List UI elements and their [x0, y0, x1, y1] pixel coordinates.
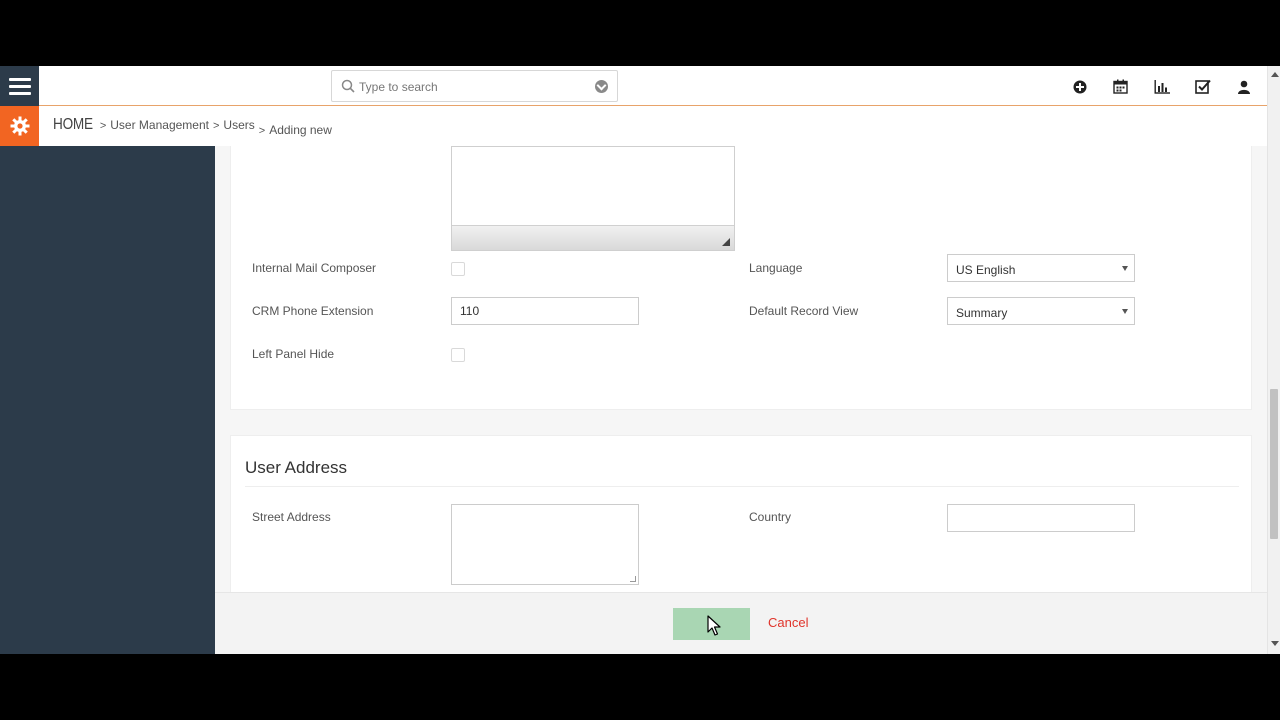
user-icon[interactable] — [1234, 77, 1253, 96]
crm-phone-extension-label: CRM Phone Extension — [252, 304, 374, 318]
user-address-panel: User Address Street Address Country — [230, 435, 1252, 592]
search-icon — [341, 79, 355, 93]
chevron-down-icon — [1122, 266, 1128, 271]
page-scrollbar[interactable] — [1267, 66, 1280, 654]
scroll-down-icon[interactable] — [1271, 641, 1279, 646]
search-input[interactable] — [359, 76, 589, 98]
left-panel-hide-checkbox[interactable] — [451, 348, 465, 362]
breadcrumb-home[interactable]: HOME — [53, 116, 93, 134]
add-circle-icon[interactable] — [1070, 77, 1089, 96]
country-label: Country — [749, 510, 792, 524]
hamburger-menu-icon[interactable] — [0, 66, 39, 106]
chevron-down-icon — [1122, 309, 1128, 314]
default-record-view-select[interactable]: Summary — [947, 297, 1135, 325]
crm-phone-extension-input[interactable] — [451, 297, 639, 325]
gear-icon[interactable] — [0, 106, 39, 146]
top-icon-group — [1070, 77, 1253, 96]
breadcrumb: HOME > User Management > Users > Adding … — [53, 116, 332, 137]
section-title: User Address — [245, 458, 348, 477]
resize-handle-icon[interactable] — [630, 576, 636, 582]
section-divider — [245, 486, 1239, 487]
left-sidebar — [0, 146, 215, 654]
breadcrumb-current: Adding new — [269, 123, 332, 137]
breadcrumb-separator: > — [212, 120, 220, 132]
default-record-view-label: Default Record View — [749, 304, 859, 318]
task-check-icon[interactable] — [1193, 77, 1212, 96]
breadcrumb-user-management[interactable]: User Management — [110, 118, 209, 132]
editor-resize-bar[interactable] — [452, 225, 734, 250]
breadcrumb-bar: HOME > User Management > Users > Adding … — [0, 106, 1267, 146]
calendar-icon[interactable] — [1111, 77, 1130, 96]
breadcrumb-users[interactable]: Users — [223, 118, 254, 132]
app-frame: HOME > User Management > Users > Adding … — [0, 66, 1280, 654]
resize-handle-icon[interactable] — [722, 238, 730, 246]
bar-chart-icon[interactable] — [1152, 77, 1171, 96]
internal-mail-composer-checkbox[interactable] — [451, 262, 465, 276]
street-address-textarea[interactable] — [451, 504, 639, 585]
main-content: Internal Mail Composer Language US Engli… — [215, 146, 1267, 592]
language-value: US English — [956, 263, 1016, 277]
country-input[interactable] — [947, 504, 1135, 532]
global-search — [331, 70, 618, 102]
breadcrumb-separator: > — [99, 120, 107, 132]
search-dropdown-icon[interactable] — [595, 80, 608, 93]
internal-mail-composer-label: Internal Mail Composer — [252, 261, 377, 275]
mouse-pointer-icon — [707, 615, 721, 636]
street-address-label: Street Address — [252, 510, 331, 524]
default-record-view-value: Summary — [956, 306, 1008, 320]
signature-editor[interactable] — [451, 146, 735, 251]
language-select[interactable]: US English — [947, 254, 1135, 282]
user-preferences-panel: Internal Mail Composer Language US Engli… — [230, 146, 1252, 410]
top-bar — [0, 66, 1267, 106]
cancel-link[interactable]: Cancel — [768, 615, 808, 630]
scrollbar-thumb[interactable] — [1270, 389, 1278, 539]
form-action-bar: Cancel — [215, 592, 1267, 654]
scroll-up-icon[interactable] — [1271, 72, 1279, 77]
left-panel-hide-label: Left Panel Hide — [252, 347, 335, 361]
breadcrumb-separator: > — [258, 125, 266, 137]
language-label: Language — [749, 261, 803, 275]
